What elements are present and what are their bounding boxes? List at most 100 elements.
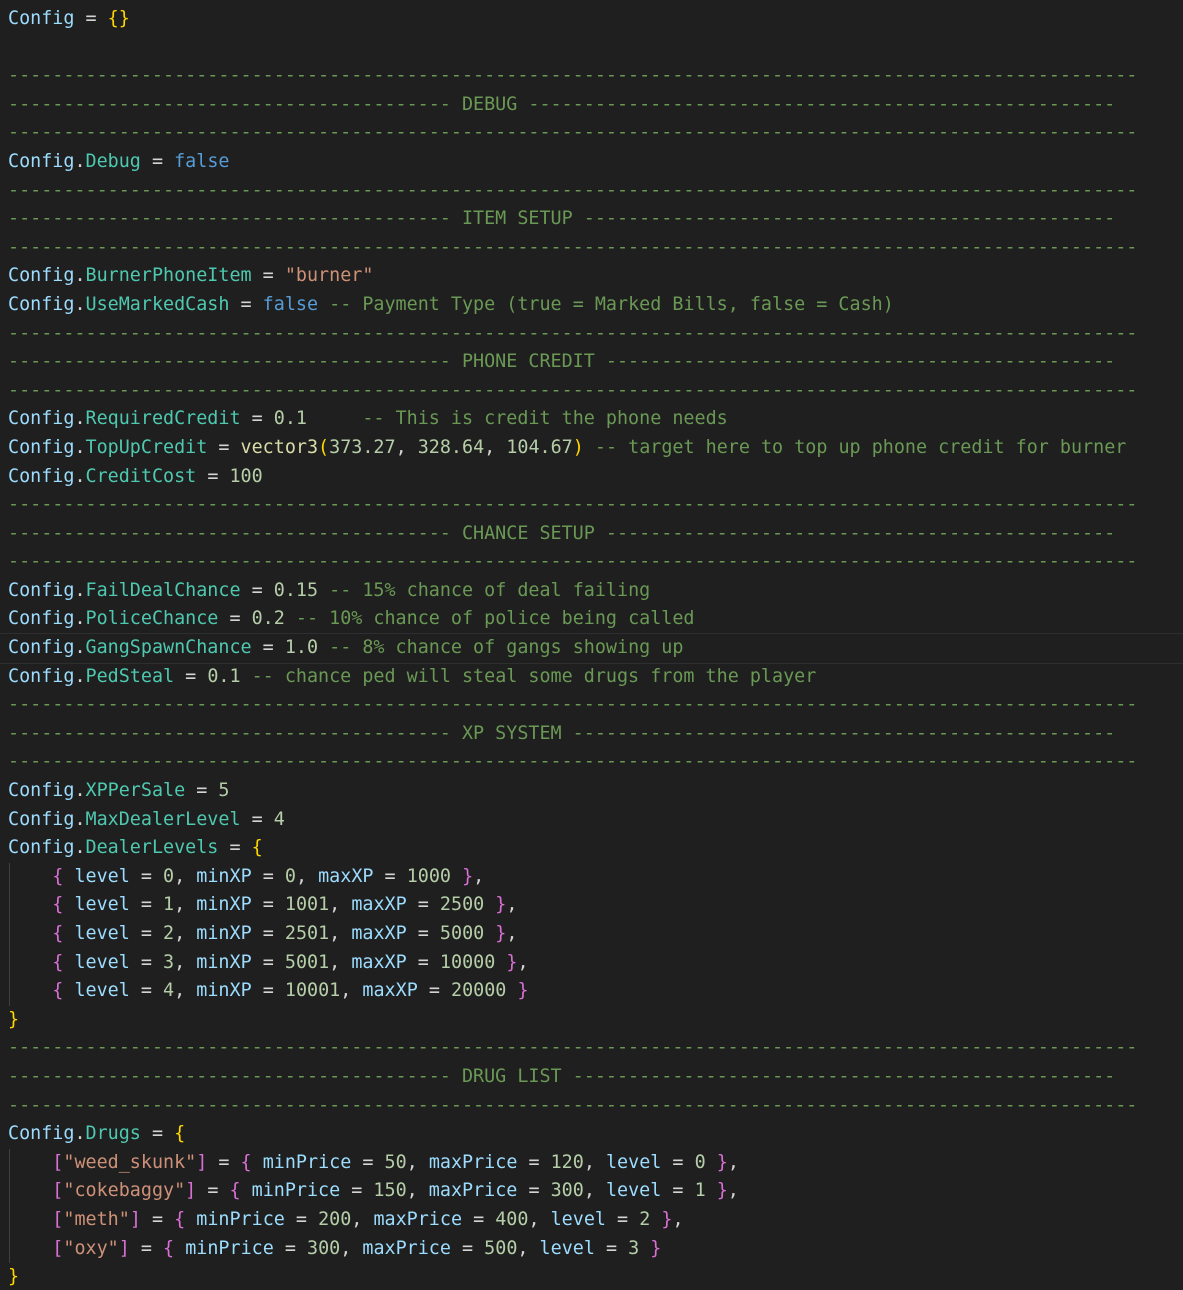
code-line[interactable]: ----------------------------------------…: [0, 62, 1183, 91]
code-token: =: [406, 894, 440, 916]
code-line[interactable]: ["weed_skunk"] = { minPrice = 50, maxPri…: [0, 1148, 1183, 1178]
code-line[interactable]: Config.Debug = false: [0, 148, 1183, 177]
code-line[interactable]: ----------------------------------------…: [0, 1092, 1183, 1121]
code-line[interactable]: { level = 2, minXP = 2501, maxXP = 5000 …: [0, 920, 1183, 949]
code-token: 500: [484, 1237, 518, 1259]
code-line[interactable]: Config.XPPerSale = 5: [0, 777, 1183, 806]
code-token: XPPerSale: [85, 780, 186, 802]
code-token: MaxDealerLevel: [85, 808, 241, 830]
code-line[interactable]: ----------------------------------------…: [0, 177, 1183, 206]
code-token: GangSpawnChance: [85, 637, 252, 659]
code-line[interactable]: ----------------------------------------…: [0, 377, 1183, 406]
code-line[interactable]: }: [0, 1263, 1183, 1290]
code-token: =: [207, 436, 241, 458]
code-token: .: [74, 408, 86, 430]
code-token: PedSteal: [85, 665, 175, 687]
code-token: =: [251, 923, 285, 944]
code-line[interactable]: Config.BurnerPhoneItem = "burner": [0, 262, 1183, 291]
code-token: Drugs: [85, 1123, 141, 1145]
code-token: 3: [163, 951, 175, 973]
code-line[interactable]: Config.Drugs = {: [0, 1120, 1183, 1149]
code-line[interactable]: ----------------------------------------…: [0, 91, 1183, 120]
code-line[interactable]: ----------------------------------------…: [0, 748, 1183, 777]
code-token: =: [240, 579, 274, 601]
code-token: =: [351, 1151, 385, 1173]
code-line[interactable]: ----------------------------------------…: [0, 320, 1183, 349]
code-token: }: [716, 1180, 728, 1202]
code-line[interactable]: { level = 0, minXP = 0, maxXP = 1000 },: [0, 862, 1183, 892]
code-line[interactable]: ----------------------------------------…: [0, 348, 1183, 377]
code-token: -- 8% chance of gangs showing up: [318, 637, 684, 659]
code-line[interactable]: Config.RequiredCredit = 0.1 -- This is c…: [0, 405, 1183, 434]
code-token: .: [74, 608, 86, 630]
code-token: ----------------------------------------…: [8, 722, 1116, 744]
code-token: -- Payment Type (true = Marked Bills, fa…: [318, 293, 894, 315]
code-token: 150: [373, 1180, 407, 1202]
code-line[interactable]: ----------------------------------------…: [0, 520, 1183, 549]
code-line[interactable]: Config.PoliceChance = 0.2 -- 10% chance …: [0, 605, 1183, 634]
code-line[interactable]: Config.UseMarkedCash = false -- Payment …: [0, 291, 1183, 320]
code-line[interactable]: Config.PedSteal = 0.1 -- chance ped will…: [0, 663, 1183, 692]
code-token: 100: [229, 465, 263, 487]
indent-guide: [9, 1148, 10, 1178]
code-line[interactable]: ----------------------------------------…: [0, 205, 1183, 234]
code-token: ----------------------------------------…: [8, 379, 1138, 401]
code-token: vector3: [240, 436, 319, 458]
code-line[interactable]: ["cokebaggy"] = { minPrice = 150, maxPri…: [0, 1177, 1183, 1206]
code-line[interactable]: ["meth"] = { minPrice = 200, maxPrice = …: [0, 1205, 1183, 1235]
code-token: 0: [694, 1151, 706, 1173]
code-line[interactable]: { level = 1, minXP = 1001, maxXP = 2500 …: [0, 891, 1183, 920]
code-token: 400: [495, 1208, 529, 1230]
code-token: =: [218, 837, 252, 859]
code-token: ): [572, 436, 584, 458]
code-token: ,: [329, 894, 352, 916]
code-token: =: [251, 637, 285, 659]
code-token: {}: [107, 8, 130, 29]
code-line[interactable]: Config.DealerLevels = {: [0, 834, 1183, 863]
code-token: =: [661, 1180, 695, 1202]
code-line[interactable]: Config.FailDealChance = 0.15 -- 15% chan…: [0, 577, 1183, 606]
code-line[interactable]: ----------------------------------------…: [0, 234, 1183, 263]
code-token: {: [229, 1180, 241, 1202]
code-line[interactable]: [0, 34, 1183, 63]
code-line[interactable]: }: [0, 1006, 1183, 1035]
code-line[interactable]: Config.MaxDealerLevel = 4: [0, 806, 1183, 835]
code-token: false: [262, 293, 319, 315]
code-token: minPrice: [196, 1208, 285, 1230]
code-token: maxPrice: [428, 1151, 518, 1173]
code-token: [: [52, 1208, 64, 1230]
code-line[interactable]: ----------------------------------------…: [0, 691, 1183, 720]
code-line[interactable]: ----------------------------------------…: [0, 119, 1183, 148]
code-line[interactable]: { level = 3, minXP = 5001, maxXP = 10000…: [0, 948, 1183, 978]
code-line[interactable]: Config = {}: [0, 5, 1183, 34]
code-line[interactable]: ----------------------------------------…: [0, 491, 1183, 520]
code-line[interactable]: Config.TopUpCredit = vector3(373.27, 328…: [0, 434, 1183, 463]
code-line[interactable]: Config.CreditCost = 100: [0, 463, 1183, 492]
code-token: level: [605, 1151, 662, 1173]
code-line[interactable]: ----------------------------------------…: [0, 720, 1183, 749]
code-line[interactable]: ----------------------------------------…: [0, 1063, 1183, 1092]
code-token: ,: [329, 923, 352, 944]
code-line[interactable]: ----------------------------------------…: [0, 1034, 1183, 1063]
code-token: ,: [340, 1237, 363, 1259]
code-editor[interactable]: Config = {} -----------------------------…: [0, 0, 1183, 1290]
code-token: =: [207, 1151, 241, 1173]
code-line[interactable]: { level = 4, minXP = 10001, maxXP = 2000…: [0, 977, 1183, 1006]
code-token: =: [174, 665, 208, 687]
indent-guide: [9, 1177, 10, 1206]
code-token: maxXP: [362, 980, 418, 1002]
code-line[interactable]: ["oxy"] = { minPrice = 300, maxPrice = 5…: [0, 1234, 1183, 1264]
code-token: }: [650, 1237, 662, 1259]
code-token: ----------------------------------------…: [8, 65, 1138, 87]
code-line[interactable]: Config.GangSpawnChance = 1.0 -- 8% chanc…: [0, 633, 1183, 664]
code-token: ----------------------------------------…: [8, 751, 1138, 773]
code-line[interactable]: ----------------------------------------…: [0, 548, 1183, 577]
code-token: }: [495, 923, 507, 944]
code-token: ,: [174, 980, 197, 1002]
